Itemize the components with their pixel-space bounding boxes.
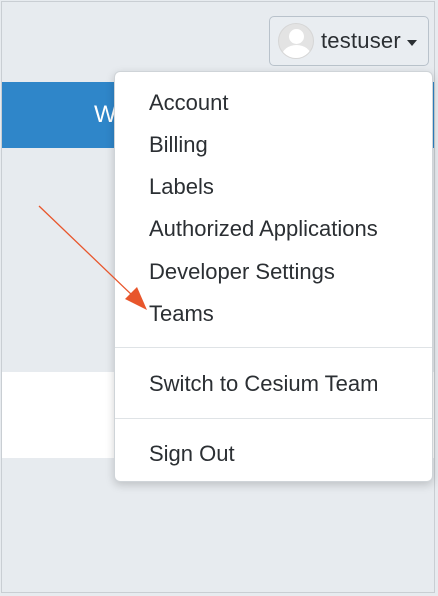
menu-divider xyxy=(115,418,432,419)
menu-item-labels[interactable]: Labels xyxy=(149,172,214,202)
caret-down-icon xyxy=(406,39,417,46)
menu-item-account[interactable]: Account xyxy=(149,88,229,118)
avatar-icon xyxy=(278,23,314,59)
menu-item-sign-out[interactable]: Sign Out xyxy=(149,439,235,469)
menu-item-billing[interactable]: Billing xyxy=(149,130,208,160)
user-menu-button[interactable]: testuser xyxy=(269,16,429,66)
user-dropdown-menu: Account Billing Labels Authorized Applic… xyxy=(114,71,433,482)
menu-item-switch-team[interactable]: Switch to Cesium Team xyxy=(149,369,378,399)
menu-item-developer-settings[interactable]: Developer Settings xyxy=(149,257,335,287)
menu-item-authorized-applications[interactable]: Authorized Applications xyxy=(149,214,378,244)
username-label: testuser xyxy=(321,28,401,53)
menu-item-teams[interactable]: Teams xyxy=(149,299,214,329)
menu-divider xyxy=(115,347,432,348)
